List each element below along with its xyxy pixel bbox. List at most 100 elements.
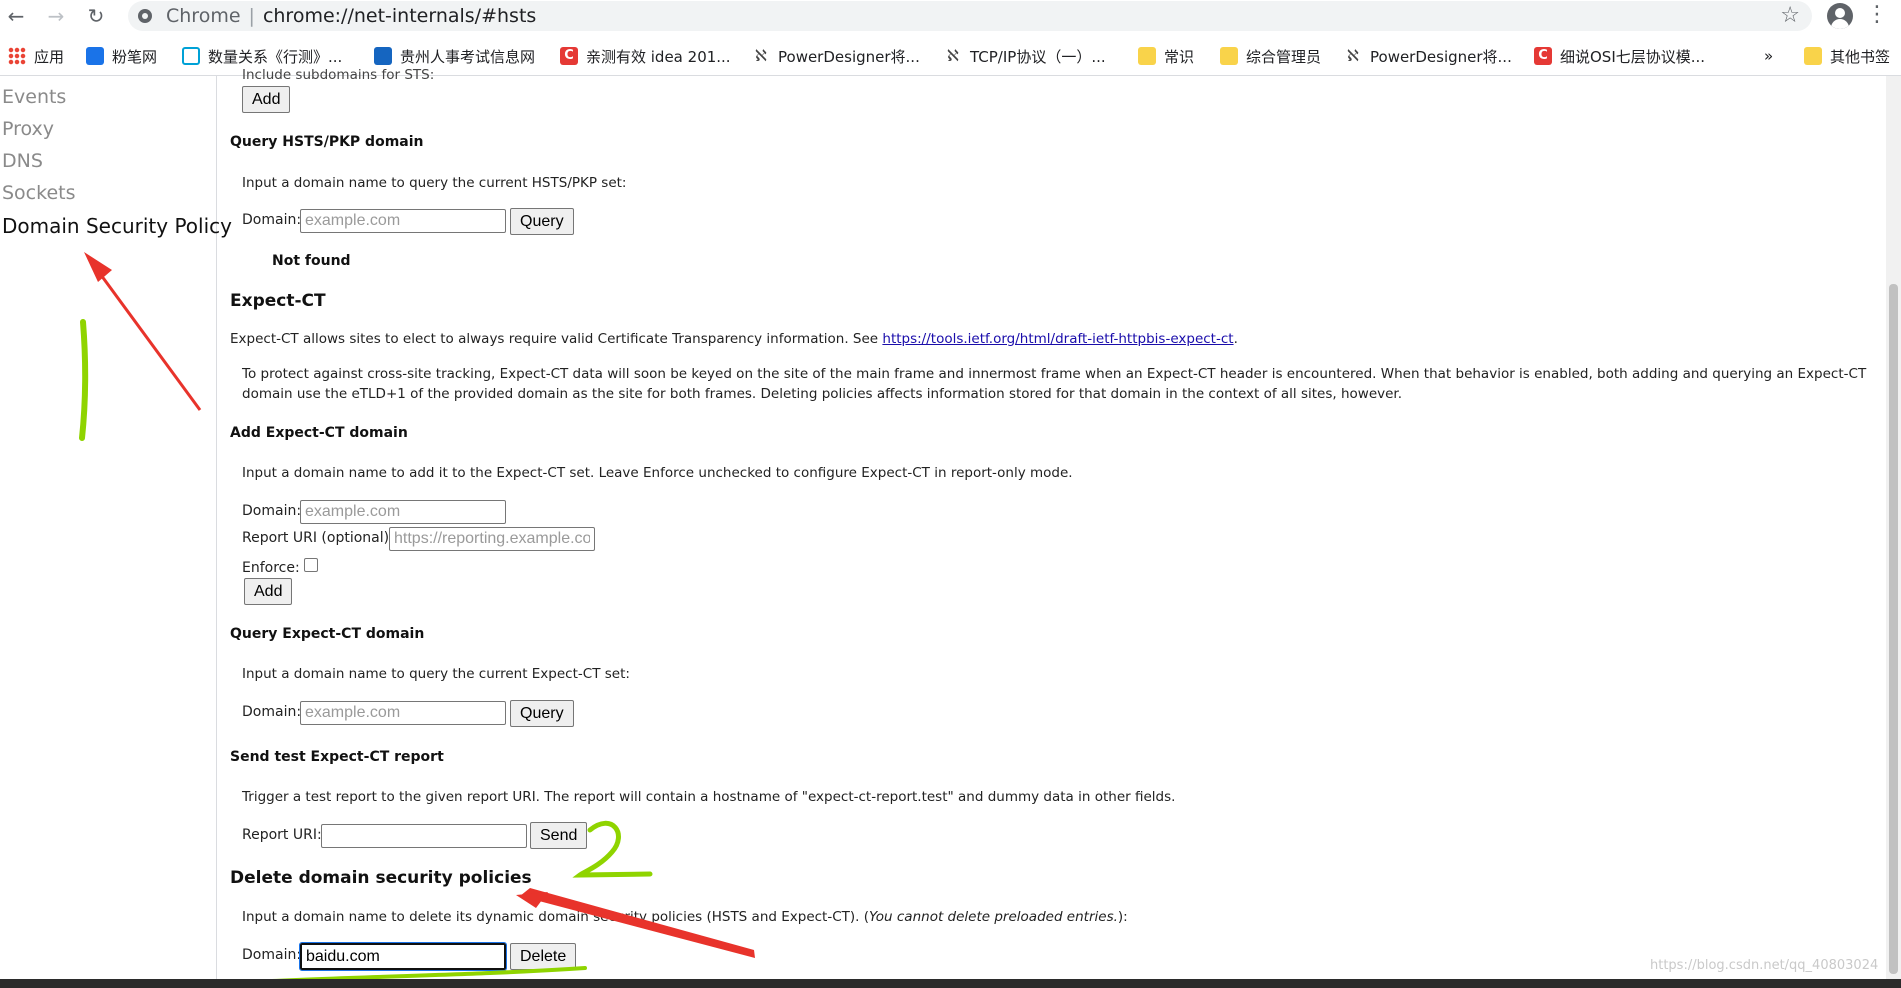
send-report-button[interactable]: Send — [530, 822, 588, 849]
powerdesigner-icon: ℵ — [755, 46, 767, 65]
expect-ct-intro-text: Expect-CT allows sites to elect to alway… — [230, 331, 883, 347]
expect-ct-intro-end: . — [1233, 331, 1238, 347]
sidebar-item-dns[interactable]: DNS — [2, 150, 43, 172]
folder-icon — [1220, 47, 1238, 65]
delete-policies-heading: Delete domain security policies — [230, 868, 532, 888]
main-content: Include subdomains for STS: Add Query HS… — [230, 67, 1880, 979]
fenbi-icon — [86, 47, 104, 65]
folder-icon — [1804, 47, 1822, 65]
bookmark-label: PowerDesigner将... — [1370, 47, 1512, 66]
browser-toolbar: ← → ↻ Chrome | chrome://net-internals/#h… — [0, 0, 1901, 32]
add-ct-domain-input[interactable] — [300, 500, 506, 524]
bookmark-tcpip[interactable]: ℵ TCP/IP协议（一）... — [944, 46, 1106, 66]
expect-ct-intro: Expect-CT allows sites to elect to alway… — [230, 329, 1870, 349]
enforce-checkbox[interactable] — [304, 558, 318, 572]
bookmark-idea[interactable]: C 亲测有效 idea 201... — [560, 46, 731, 66]
delete-description: Input a domain name to delete its dynami… — [242, 909, 1128, 925]
scrollbar-thumb[interactable] — [1889, 284, 1898, 974]
delete-domain-label: Domain: — [242, 947, 302, 963]
query-ct-description: Input a domain name to query the current… — [242, 666, 630, 682]
query-hsts-description: Input a domain name to query the current… — [242, 175, 627, 191]
book-icon — [374, 47, 392, 65]
bookmark-label: TCP/IP协议（一）... — [970, 47, 1106, 66]
query-hsts-button[interactable]: Query — [510, 208, 574, 235]
bookmark-label: 其他书签 — [1830, 47, 1891, 66]
bookmark-label: 粉笔网 — [112, 47, 158, 66]
expect-ct-spec-link[interactable]: https://tools.ietf.org/html/draft-ietf-h… — [882, 331, 1233, 347]
powerdesigner-icon: ℵ — [1347, 46, 1359, 65]
page-scrollbar[interactable] — [1886, 76, 1901, 979]
bookmark-star-icon[interactable]: ☆ — [1780, 3, 1800, 28]
taskbar-strip — [0, 979, 1901, 988]
sidebar: Events Proxy DNS Sockets Domain Security… — [0, 76, 232, 979]
bookmark-label: 常识 — [1164, 47, 1195, 66]
bookmarks-overflow-chevron-icon[interactable]: » — [1764, 46, 1773, 66]
query-expect-ct-heading: Query Expect-CT domain — [230, 626, 425, 642]
sidebar-item-domain-security-policy[interactable]: Domain Security Policy — [2, 214, 232, 238]
profile-avatar-icon[interactable] — [1827, 3, 1853, 29]
expect-ct-note: To protect against cross-site tracking, … — [242, 366, 1867, 402]
bookmark-powerdesigner-1[interactable]: ℵ PowerDesigner将... — [752, 46, 920, 66]
bookmark-folder-changshi[interactable]: 常识 — [1138, 46, 1194, 66]
query-ct-domain-input[interactable] — [300, 701, 506, 725]
watermark-text: https://blog.csdn.net/qq_40803024 — [1650, 958, 1879, 973]
add-ct-report-uri-input[interactable] — [389, 527, 595, 551]
apps-icon — [8, 47, 26, 65]
bookmark-label: 细说OSI七层协议模... — [1560, 47, 1706, 66]
expect-ct-heading: Expect-CT — [230, 291, 326, 311]
kebab-menu-icon[interactable]: ⋮ — [1866, 2, 1888, 28]
add-ct-enforce-label: Enforce: — [242, 560, 300, 576]
add-expect-ct-heading: Add Expect-CT domain — [230, 425, 408, 441]
add-expect-ct-description: Input a domain name to add it to the Exp… — [242, 465, 1073, 481]
csdn-icon: C — [1534, 47, 1552, 65]
reload-icon[interactable]: ↻ — [84, 4, 108, 28]
bookmark-label: 亲测有效 idea 201... — [586, 47, 731, 66]
bilibili-icon — [182, 47, 200, 65]
bookmark-label: 数量关系《行测》... — [208, 47, 343, 66]
query-hsts-domain-label: Domain: — [242, 212, 302, 228]
delete-description-text: Input a domain name to delete its dynami… — [242, 909, 870, 925]
delete-domain-input[interactable] — [299, 942, 507, 971]
bookmark-other[interactable]: 其他书签 — [1804, 46, 1890, 66]
bookmark-fenbi[interactable]: 粉笔网 — [86, 46, 157, 66]
bookmark-label: PowerDesigner将... — [778, 47, 920, 66]
bookmark-label: 应用 — [34, 47, 65, 66]
send-report-description: Trigger a test report to the given repor… — [242, 789, 1176, 805]
report-uri-label: Report URI: — [242, 827, 322, 843]
add-ct-button[interactable]: Add — [244, 578, 293, 605]
address-bar[interactable]: Chrome | chrome://net-internals/#hsts ☆ — [128, 1, 1812, 31]
bookmark-powerdesigner-2[interactable]: ℵ PowerDesigner将... — [1344, 46, 1512, 66]
sidebar-item-proxy[interactable]: Proxy — [2, 118, 54, 140]
query-ct-domain-label: Domain: — [242, 704, 302, 720]
bookmark-apps[interactable]: 应用 — [8, 46, 64, 66]
url-text[interactable]: chrome://net-internals/#hsts — [263, 5, 536, 27]
add-hsts-button[interactable]: Add — [242, 86, 291, 113]
add-ct-domain-label: Domain: — [242, 503, 302, 519]
bookmark-bilibili[interactable]: 数量关系《行测》... — [182, 46, 342, 66]
delete-description-end: ): — [1117, 909, 1128, 925]
bookmark-folder-admin[interactable]: 综合管理员 — [1220, 46, 1321, 66]
url-separator: | — [248, 5, 255, 27]
report-uri-input[interactable] — [321, 824, 527, 848]
csdn-icon: C — [560, 47, 578, 65]
sidebar-item-events[interactable]: Events — [2, 86, 66, 108]
query-hsts-result: Not found — [272, 253, 351, 269]
send-test-report-heading: Send test Expect-CT report — [230, 749, 444, 765]
folder-icon — [1138, 47, 1156, 65]
delete-description-note: You cannot delete preloaded entries. — [869, 909, 1118, 925]
sidebar-item-sockets[interactable]: Sockets — [2, 182, 76, 204]
bookmark-osi[interactable]: C 细说OSI七层协议模... — [1534, 46, 1705, 66]
bookmark-label: 贵州人事考试信息网 — [400, 47, 536, 66]
bookmark-guizhou[interactable]: 贵州人事考试信息网 — [374, 46, 535, 66]
chrome-page-icon — [138, 9, 152, 23]
add-ct-report-uri-label: Report URI (optional): — [242, 530, 394, 546]
forward-arrow-icon[interactable]: → — [44, 4, 68, 28]
delete-button[interactable]: Delete — [510, 943, 577, 970]
back-arrow-icon[interactable]: ← — [4, 4, 28, 28]
query-ct-button[interactable]: Query — [510, 700, 574, 727]
query-hsts-heading: Query HSTS/PKP domain — [230, 134, 424, 150]
powerdesigner-icon: ℵ — [947, 46, 959, 65]
query-hsts-domain-input[interactable] — [300, 209, 506, 233]
site-name: Chrome — [166, 5, 241, 27]
include-subdomains-label: Include subdomains for STS: — [242, 67, 435, 83]
